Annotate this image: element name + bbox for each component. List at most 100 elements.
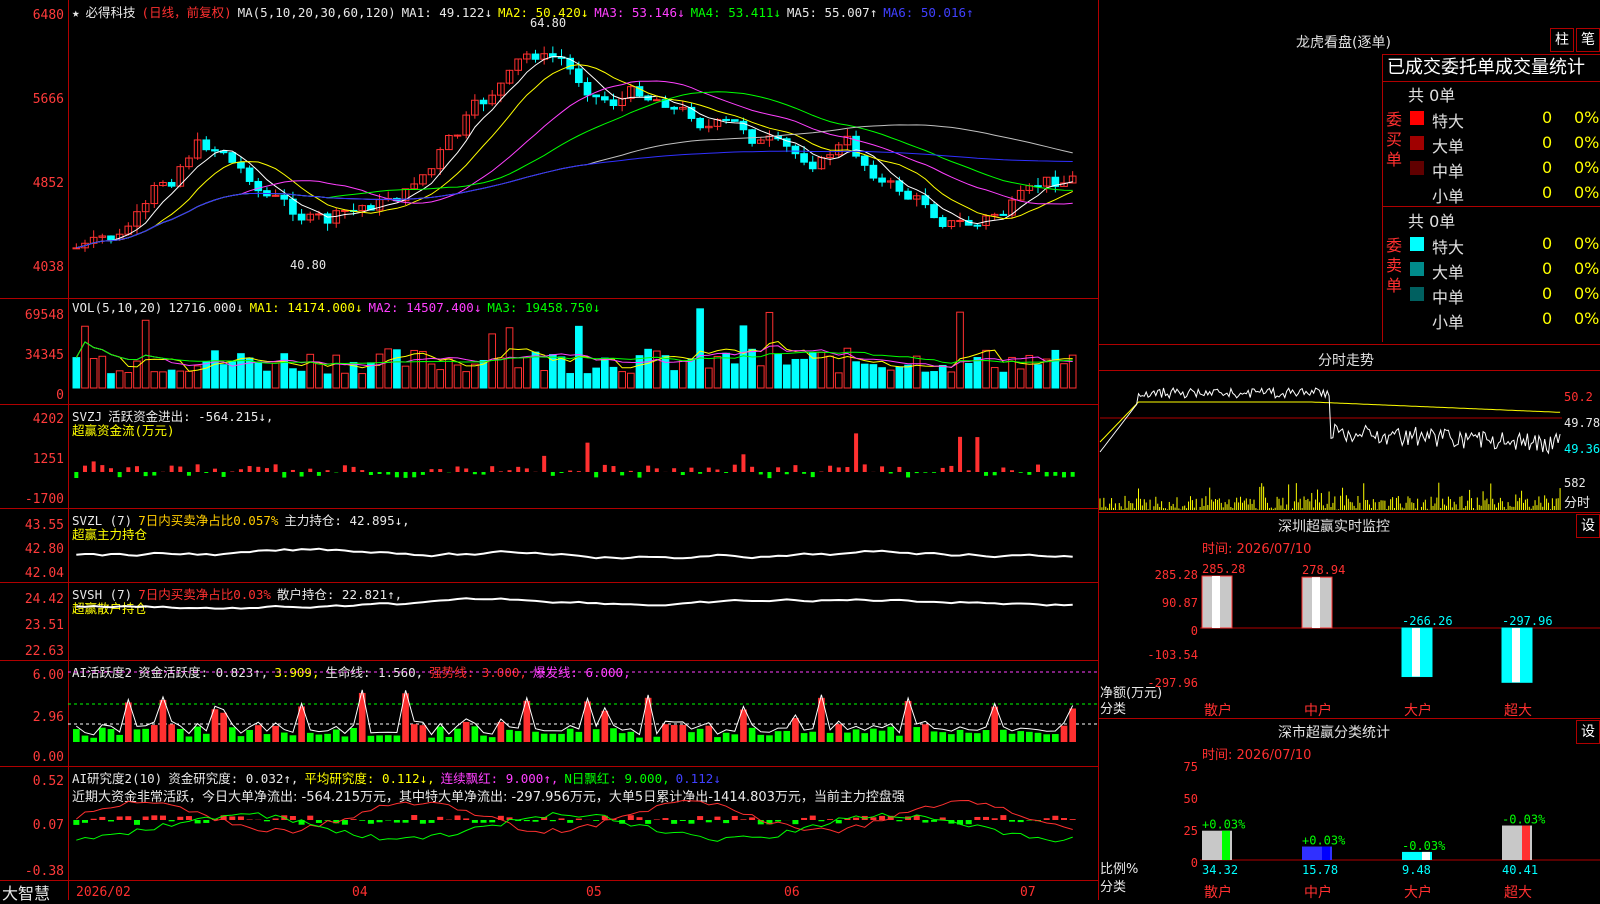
- research-bar: [836, 820, 842, 823]
- main-holding-chart[interactable]: [68, 510, 1098, 582]
- flow-bar: [776, 467, 780, 472]
- ai-research-chart[interactable]: [68, 800, 1098, 880]
- volume-bar: [957, 312, 964, 388]
- volume-bar: [931, 372, 938, 388]
- candle: [697, 118, 704, 127]
- active-bar: [307, 733, 314, 742]
- stats-change-label: +0.03%: [1302, 834, 1346, 848]
- stats-value-label: 40.41: [1502, 863, 1538, 877]
- volume-bar: [82, 326, 89, 388]
- stats-bar-accent: [1522, 826, 1530, 860]
- active-bar: [255, 725, 262, 742]
- volume-bar: [896, 367, 903, 388]
- flow-bar: [343, 465, 347, 472]
- stats-change-label: -0.03%: [1402, 839, 1446, 853]
- flow-bar: [92, 461, 96, 472]
- volume-bar: [394, 350, 401, 388]
- order-swatch: [1410, 237, 1424, 251]
- volume-bar: [90, 359, 97, 388]
- active-bar: [861, 733, 868, 742]
- candle: [298, 214, 305, 220]
- volume-bar: [116, 371, 123, 388]
- order-count: 0: [1542, 133, 1552, 152]
- flow-bar: [421, 472, 425, 475]
- x-axis-label: 05: [586, 885, 602, 900]
- active-bar: [896, 736, 903, 742]
- flow-bar: [750, 467, 754, 472]
- active-bar: [619, 733, 626, 742]
- research-bar: [533, 820, 539, 822]
- sz-stats-chart[interactable]: +0.03%34.32+0.03%15.78-0.03%9.48-0.03%40…: [1200, 760, 1600, 880]
- active-bar: [965, 733, 972, 742]
- candlestick-chart[interactable]: [68, 8, 1098, 298]
- retail-holding-chart[interactable]: [68, 584, 1098, 660]
- order-pct: 0%: [1574, 133, 1599, 152]
- candle: [108, 236, 115, 240]
- active-bar: [671, 725, 678, 742]
- research-bar: [316, 820, 322, 823]
- sell-total: 共 0单: [1408, 208, 1455, 232]
- monitor-value-label: 278.94: [1302, 563, 1345, 577]
- brand-logo[interactable]: 大智慧: [2, 880, 50, 904]
- research-bar: [992, 818, 998, 820]
- volume-bar: [316, 364, 323, 388]
- sz-monitor-time: 时间: 2026/07/10: [1202, 538, 1311, 557]
- flow-bar: [222, 472, 226, 477]
- svsh-y-label: 24.42: [2, 592, 64, 607]
- flow-bar: [1001, 468, 1005, 472]
- flow-bar: [1053, 472, 1057, 476]
- tick-view-button[interactable]: 笔: [1576, 28, 1600, 52]
- research-bar: [403, 820, 409, 823]
- volume-bar: [991, 368, 998, 388]
- active-bar: [636, 738, 643, 742]
- flow-bar: [430, 469, 434, 472]
- volume-bar: [619, 372, 626, 388]
- flow-bar: [473, 472, 477, 474]
- active-bar: [385, 735, 392, 742]
- order-swatch: [1410, 186, 1424, 200]
- capital-flow-chart[interactable]: [68, 406, 1098, 506]
- research-bar: [749, 817, 755, 820]
- ai-active-chart[interactable]: [68, 662, 1098, 766]
- research-bar: [524, 820, 530, 821]
- sz-monitor-settings-button[interactable]: 设: [1576, 514, 1600, 538]
- flow-bar: [941, 468, 945, 472]
- sz-stats-title: 深市超赢分类统计: [1278, 722, 1390, 742]
- flow-bar: [620, 472, 624, 475]
- active-bar: [558, 734, 565, 742]
- active-bar: [177, 729, 184, 742]
- volume-bar: [73, 358, 80, 388]
- order-swatch: [1410, 312, 1424, 326]
- order-swatch: [1410, 287, 1424, 301]
- active-bar: [844, 733, 851, 742]
- volume-bar: [307, 354, 314, 388]
- flow-bar: [811, 472, 815, 477]
- volume-bar: [1043, 359, 1050, 388]
- research-bar: [73, 820, 79, 825]
- flow-bar: [404, 472, 408, 478]
- volume-bar: [177, 371, 184, 388]
- research-bar: [576, 819, 582, 820]
- active-bar: [446, 737, 453, 742]
- order-label: 中单: [1432, 284, 1464, 308]
- buy-side-label: 委买单: [1386, 110, 1404, 170]
- sz-monitor-chart[interactable]: 285.28278.94-266.26-297.96: [1200, 556, 1600, 686]
- x-axis-label: 07: [1020, 885, 1036, 900]
- active-bar: [1043, 734, 1050, 742]
- candle: [731, 120, 738, 122]
- volume-chart[interactable]: [68, 302, 1098, 402]
- flow-bar: [282, 472, 286, 478]
- category-label: 中户: [1304, 700, 1332, 720]
- active-bar: [775, 731, 782, 742]
- volume-bar: [870, 365, 877, 388]
- flow-bar: [456, 466, 460, 472]
- active-bar: [333, 730, 340, 742]
- sz-stats-settings-button[interactable]: 设: [1576, 720, 1600, 744]
- research-bar: [1018, 820, 1024, 822]
- volume-bar: [151, 372, 158, 388]
- volume-bar: [671, 371, 678, 388]
- bar-view-button[interactable]: 柱: [1550, 28, 1574, 52]
- volume-bar: [515, 368, 522, 388]
- research-bar: [472, 820, 478, 823]
- intraday-chart[interactable]: [1100, 372, 1562, 512]
